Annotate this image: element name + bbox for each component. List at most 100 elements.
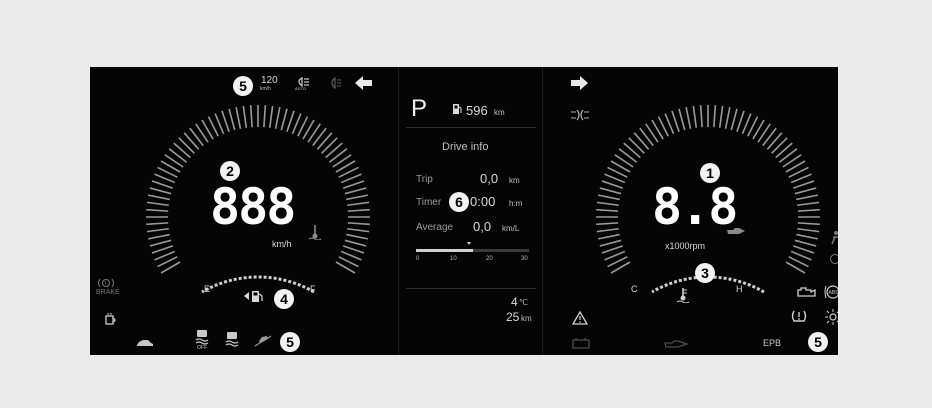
turn-right-arrow-icon [571,76,588,90]
speed-gauge-ring-tick [146,222,169,226]
rpm-gauge-ring-tick [628,137,645,154]
rpm-gauge-ring-tick [797,227,820,233]
seatbelt-icon [831,231,838,245]
rpm-gauge-ring-tick [724,106,731,129]
scale-tick-20: 20 [486,256,493,262]
rpm-gauge-ring-tick [664,113,675,135]
svg-text:OFF: OFF [197,345,207,349]
speed-gauge-ring-tick [316,132,333,150]
speed-gauge-ring-tick [149,187,172,195]
rpm-gauge-ring-tick [597,233,620,240]
car-silhouette-icon [137,340,153,346]
stability-control-off-icon: OFF [195,330,209,349]
speed-gauge-ring-tick [274,106,281,129]
turn-left-arrow-icon [355,76,372,90]
rpm-unit: x1000rpm [665,241,706,251]
temp-cold-label: C [631,284,638,294]
auto-high-beam-icon: AUTO [295,76,309,90]
rpm-gauge-ring-tick [797,208,820,212]
rpm-gauge-ring-tick [601,245,624,254]
battery-icon [572,338,590,349]
rpm-gauge-ring-tick [796,233,819,240]
rpm-gauge-ring-tick [671,110,680,133]
fuel-economy-scale [416,249,529,252]
rpm-gauge-ring-tick [599,239,622,247]
average-label: Average [416,222,454,233]
speed-gauge-ring-tick [342,180,365,189]
gear-indicator: P [411,95,428,122]
speed-gauge-ring-tick [146,208,169,212]
divider-left [398,67,399,355]
callout-5-bottom-right: 5 [808,332,828,352]
callout-5-bottom-left: 5 [280,332,300,352]
speed-limit-unit: km/h [260,86,271,92]
hill-descent-icon [254,335,272,347]
speed-gauge-ring-tick [347,201,370,207]
scale-pointer [467,242,471,245]
outside-temperature-value: 4 [511,295,518,309]
speed-gauge-ring-tick [280,108,288,131]
speed-gauge-ring-tick [178,137,195,154]
oil-pressure-icon [727,228,745,234]
speed-gauge-ring-tick [263,105,267,128]
speed-gauge-ring-tick [340,250,362,261]
svg-text:ABS: ABS [829,290,839,296]
speed-gauge-ring-tick [242,105,248,128]
epb-label: EPB [763,338,782,348]
rpm-gauge-ring-tick [775,142,793,159]
maintenance-cup-icon [105,313,116,325]
fuel-economy-scale-fill [416,249,473,252]
engine-temp-icon [676,288,690,303]
trip-value: 0,0 [480,171,499,186]
sun-light-icon [825,309,838,325]
speed-gauge-ring-tick [340,173,362,184]
center-separator-top [406,127,536,128]
speed-gauge-ring-tick [344,239,367,247]
speed-gauge-ring-tick [151,245,174,254]
speed-gauge-ring-tick [347,208,370,212]
scale-tick-0: 0 [416,256,420,262]
speed-gauge-ring-tick [321,137,338,154]
callout-4: 4 [274,289,294,309]
speed-gauge-ring-tick [286,110,295,133]
rpm-gauge-ring-tick [692,105,698,128]
rpm-gauge-ring-tick [604,173,626,184]
rpm-gauge-ring-tick [794,187,817,195]
rpm-gauge-ring-tick [596,227,619,233]
fuel-empty-label: E [204,284,211,294]
rpm-gauge-ring-tick [766,132,783,150]
speed-unit: km/h [272,239,292,249]
fuel-gauge-icon [453,104,462,114]
speed-limit-value: 120 [261,75,278,86]
rpm-gauge-ring-tick [623,142,641,159]
callout-6: 6 [449,192,469,212]
speed-gauge-ring-tick [146,201,169,207]
timer-value: 0:00 [470,194,496,209]
svg-text:!: ! [105,281,106,287]
rpm-gauge-ring-tick [792,245,815,254]
rpm-gauge-ring-tick [599,187,622,195]
speed-gauge-ring-tick [151,180,174,189]
speed-gauge-ring-tick [347,227,370,233]
master-warning-triangle-icon [572,311,588,325]
timer-label: Timer [416,197,442,208]
trip-unit: km [509,176,520,185]
rpm-gauge-ring-tick [794,239,817,247]
distance-value: 25 [506,310,520,324]
rpm-gauge-ring-tick [730,108,738,131]
trip-label: Trip [416,174,433,185]
speed-gauge-ring-tick [183,132,200,150]
instrument-cluster: 5 120 km/h AUTO 2 888 km/h E F 4 ! BRAKE… [90,67,838,355]
speed-gauge-ring-tick [214,113,225,135]
speed-display: 888 [210,178,296,236]
speed-gauge-ring-tick [173,142,191,159]
fuel-pump-icon [244,291,263,302]
rpm-gauge-ring-tick [596,201,619,207]
speed-gauge-ring-tick [146,227,169,233]
speed-gauge-ring-tick [249,105,253,128]
rpm-gauge-ring-tick [633,132,650,150]
rpm-gauge-ring-tick [736,110,745,133]
tire-pressure-icon [791,310,807,322]
fuel-full-label: F [310,284,316,294]
abs-warning-icon: ABS [824,285,839,299]
